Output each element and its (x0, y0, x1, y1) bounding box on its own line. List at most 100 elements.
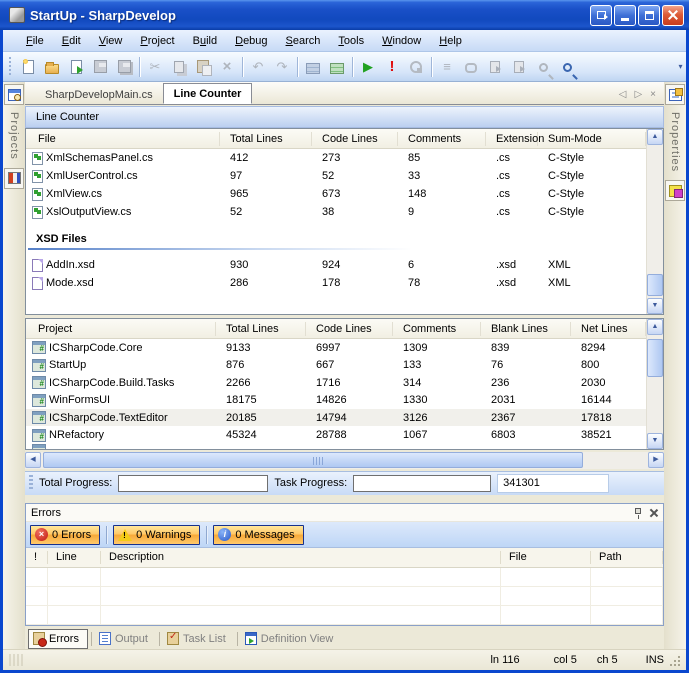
menu-item-debug[interactable]: Debug (226, 32, 276, 50)
tab-sharpdevelopmain-cs[interactable]: SharpDevelopMain.cs (35, 85, 163, 104)
tab-prev-icon[interactable]: ◁ (619, 89, 627, 100)
minimize-button[interactable] (614, 5, 636, 26)
scroll-right-icon[interactable]: ▶ (648, 452, 664, 468)
scroll-left-icon[interactable]: ◀ (25, 452, 41, 468)
close-panel-icon[interactable] (650, 509, 658, 517)
column-header-code-lines[interactable]: Code Lines (306, 322, 393, 336)
column-header-sum-mode[interactable]: Sum-Mode (538, 132, 646, 146)
properties-strip-label[interactable]: Properties (669, 108, 681, 180)
column-header-total-lines[interactable]: Total Lines (216, 322, 306, 336)
tab-task-list[interactable]: Task List (163, 629, 234, 649)
empty-cell (501, 568, 591, 586)
sidebar-item-tools[interactable] (4, 168, 24, 189)
tab-line-counter[interactable]: Line Counter (163, 83, 253, 104)
column-header-net-lines[interactable]: Net Lines (571, 322, 646, 336)
files-vertical-scrollbar[interactable]: ▲ ▼ (646, 129, 663, 314)
blank-cell: 2367 (481, 412, 571, 424)
blank-cell: 76 (481, 359, 571, 371)
menu-item-tools[interactable]: Tools (329, 32, 373, 50)
pin-icon[interactable] (635, 508, 641, 514)
status-insert-mode: INS (646, 654, 664, 666)
undock-button[interactable] (590, 5, 612, 26)
files-table-header: FileTotal LinesCode LinesCommentsExtensi… (26, 129, 646, 149)
code-cell: 178 (312, 277, 398, 289)
files-scroll-thumb[interactable] (647, 274, 663, 296)
projects-scroll-thumb[interactable] (647, 339, 663, 377)
tab-output[interactable]: Output (95, 629, 156, 649)
menu-item-view[interactable]: View (90, 32, 132, 50)
table-row[interactable]: #ICSharpCode.Build.Tasks2266171631423620… (26, 374, 646, 392)
table-row[interactable]: #ICSharpCode.TextEditor20185147943126236… (26, 409, 646, 427)
projects-strip-label[interactable]: Projects (8, 108, 20, 168)
column-header-file[interactable]: File (26, 132, 220, 146)
status-line: ln 116 (490, 654, 519, 666)
0-messages-button[interactable]: i0 Messages (213, 525, 303, 545)
table-row[interactable]: AddIn.xsd9309246.xsdXML (26, 256, 646, 274)
table-row[interactable]: #StartUp87666713376800 (26, 356, 646, 374)
0-errors-button[interactable]: ×0 Errors (30, 525, 100, 545)
build-icon[interactable] (301, 55, 325, 79)
0-warnings-button[interactable]: 0 Warnings (113, 525, 200, 545)
menu-item-project[interactable]: Project (131, 32, 183, 50)
sidebar-item-toolbox[interactable] (665, 180, 685, 201)
menu-item-help[interactable]: Help (430, 32, 471, 50)
sidebar-item-properties[interactable] (665, 84, 685, 105)
scroll-up-icon[interactable]: ▲ (647, 319, 663, 335)
maximize-button[interactable] (638, 5, 660, 26)
file-name-cell: AddIn.xsd (26, 259, 220, 272)
column-header-code-lines[interactable]: Code Lines (312, 132, 398, 146)
column-header-line[interactable]: Line (48, 551, 101, 564)
column-header-blank-lines[interactable]: Blank Lines (481, 322, 571, 336)
column-header-total-lines[interactable]: Total Lines (220, 132, 312, 146)
menu-item-window[interactable]: Window (373, 32, 430, 50)
horizontal-scrollbar[interactable]: ◀ ▶ (25, 452, 664, 469)
column-header-project[interactable]: Project (26, 322, 216, 336)
search-icon[interactable] (555, 55, 579, 79)
run-icon[interactable]: ▶ (356, 55, 380, 79)
tab-close-icon[interactable]: × (650, 89, 656, 100)
table-row[interactable]: #NRefactory45324287881067680338521 (26, 426, 646, 444)
rebuild-icon[interactable] (325, 55, 349, 79)
sidebar-item-projects[interactable] (4, 84, 24, 105)
mode-cell: XML (538, 277, 646, 289)
net-cell: 2030 (571, 377, 646, 389)
column-header-[interactable]: ! (26, 551, 48, 564)
tab-definition-view[interactable]: Definition View (241, 629, 342, 649)
resize-grip[interactable] (668, 654, 680, 666)
open-file-icon[interactable] (40, 55, 64, 79)
table-row[interactable]: #WinFormsUI18175148261330203116144 (26, 391, 646, 409)
projects-vertical-scrollbar[interactable]: ▲ ▼ (646, 319, 663, 448)
save-as-icon[interactable] (64, 55, 88, 79)
comments-cell: 1330 (393, 394, 481, 406)
column-header-comments[interactable]: Comments (393, 322, 481, 336)
scroll-down-icon[interactable]: ▼ (647, 433, 663, 449)
undock-icon (597, 11, 606, 19)
abort-icon: ! (390, 59, 395, 75)
scroll-down-icon[interactable]: ▼ (647, 298, 663, 314)
table-row[interactable]: XmlView.cs965673148.csC-Style (26, 185, 646, 203)
menu-item-build[interactable]: Build (184, 32, 226, 50)
column-header-path[interactable]: Path (591, 551, 663, 564)
horizontal-scroll-thumb[interactable] (43, 452, 583, 468)
table-row[interactable]: XmlUserControl.cs975233.csC-Style (26, 167, 646, 185)
cut-icon: ✂ (143, 55, 167, 79)
menu-item-file[interactable]: File (17, 32, 53, 50)
abort-icon[interactable]: ! (380, 55, 404, 79)
toolbar-overflow-icon[interactable]: ▾ (676, 63, 685, 70)
column-header-extension[interactable]: Extension (486, 132, 538, 146)
scroll-up-icon[interactable]: ▲ (647, 129, 663, 145)
new-file-icon[interactable] (16, 55, 40, 79)
table-row[interactable]: XmlSchemasPanel.cs41227385.csC-Style (26, 149, 646, 167)
menu-item-search[interactable]: Search (277, 32, 330, 50)
menu-item-edit[interactable]: Edit (53, 32, 90, 50)
column-header-comments[interactable]: Comments (398, 132, 486, 146)
tab-next-icon[interactable]: ▷ (634, 89, 642, 100)
close-button[interactable] (662, 5, 684, 26)
column-header-file[interactable]: File (501, 551, 591, 564)
table-row[interactable]: XslOutputView.cs52389.csC-Style (26, 203, 646, 221)
tab-errors[interactable]: Errors (28, 629, 88, 649)
table-row[interactable]: Mode.xsd28617878.xsdXML (26, 274, 646, 292)
table-row[interactable]: #ICSharpCode.Core9133699713098398294 (26, 339, 646, 357)
csharp-project-icon: # (32, 411, 46, 424)
column-header-description[interactable]: Description (101, 551, 501, 564)
